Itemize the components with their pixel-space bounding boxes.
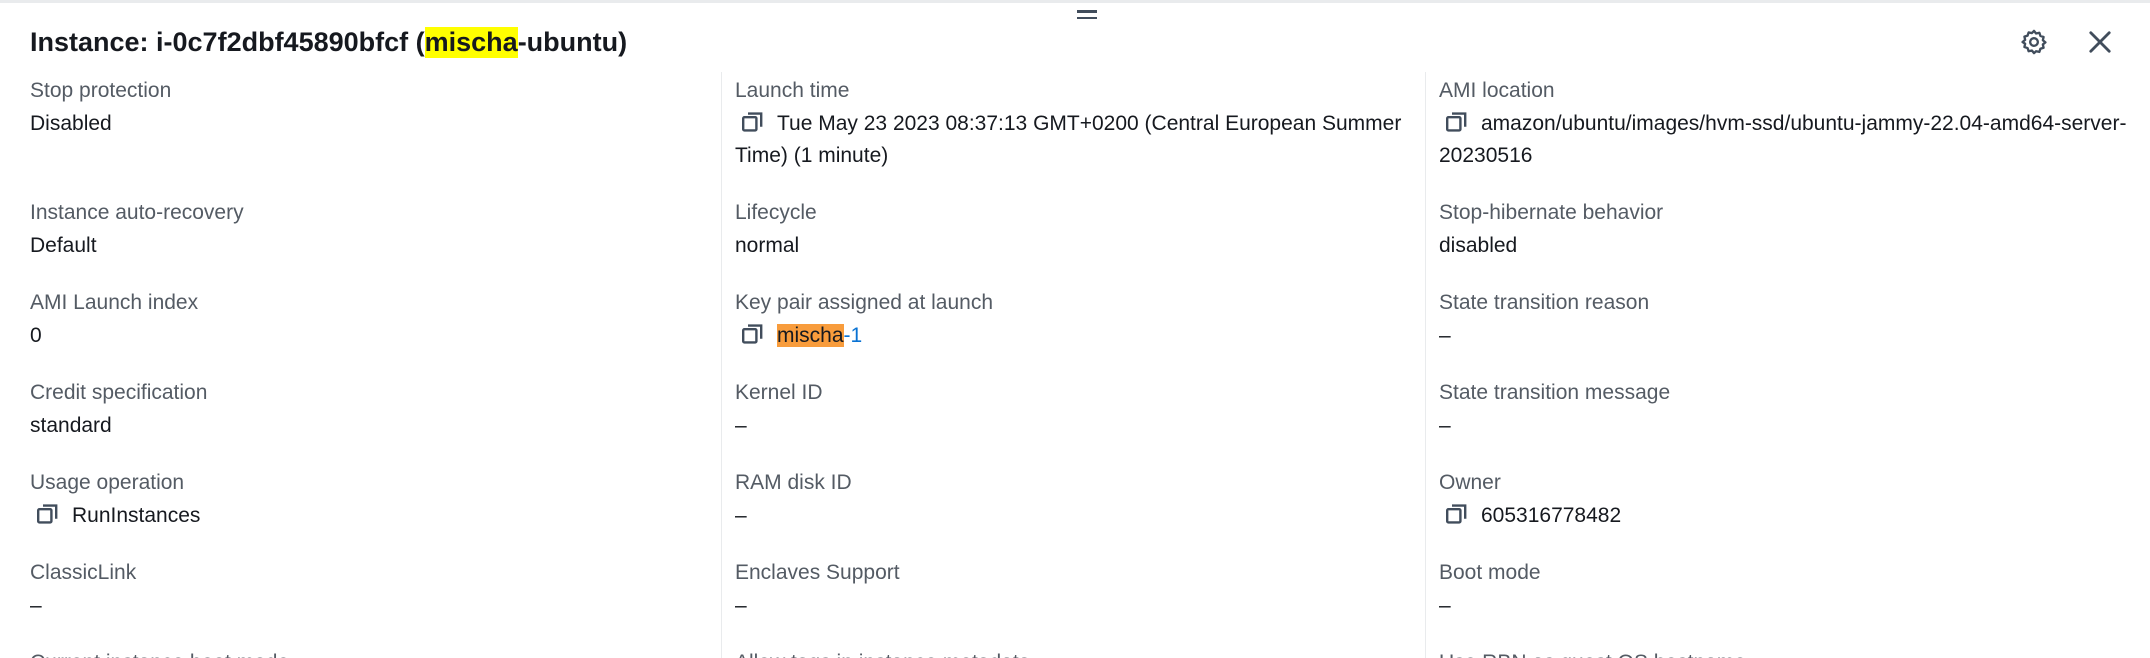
field-value: –	[1439, 324, 1451, 347]
field-value: –	[1439, 594, 1451, 617]
copy-icon[interactable]	[1443, 502, 1473, 526]
title-prefix: Instance: i-0c7f2dbf45890bfcf (	[30, 26, 425, 57]
field-value: mischa-1	[735, 320, 1415, 352]
field-label: State transition reason	[1439, 291, 1650, 314]
field-label: Owner	[1439, 471, 1501, 494]
field-ami-location: AMI location amazon/ubuntu/images/hvm-ss…	[1439, 76, 2129, 172]
field-label: Usage operation	[30, 471, 185, 494]
copy-icon[interactable]	[1443, 110, 1473, 134]
field-value: –	[735, 504, 747, 527]
copy-icon[interactable]	[739, 110, 769, 134]
field-auto-recovery: Instance auto-recovery Default	[30, 198, 700, 262]
instance-details-grid: Stop protection Disabled Instance auto-r…	[0, 72, 2150, 658]
field-value: disabled	[1439, 234, 1518, 257]
field-key-pair: Key pair assigned at launch mischa-1	[735, 288, 1415, 352]
field-state-transition-message: State transition message –	[1439, 378, 2129, 442]
field-label: Enclaves Support	[735, 561, 900, 584]
field-value: RunInstances	[30, 500, 700, 532]
title-search-highlight: mischa	[424, 26, 518, 58]
field-value: Disabled	[30, 112, 112, 135]
field-label: Current instance boot mode	[30, 648, 700, 658]
field-label: Lifecycle	[735, 201, 817, 224]
field-state-transition-reason: State transition reason –	[1439, 288, 2129, 352]
key-pair-search-highlight: mischa	[777, 324, 844, 347]
field-label: Stop protection	[30, 79, 172, 102]
details-column-1: Stop protection Disabled Instance auto-r…	[30, 72, 700, 658]
field-rbn-hostname: Use RBN as guest OS hostname	[1439, 648, 2129, 658]
field-label: Credit specification	[30, 381, 208, 404]
field-value: –	[735, 594, 747, 617]
field-value: Tue May 23 2023 08:37:13 GMT+0200 (Centr…	[735, 108, 1415, 172]
field-enclaves-support: Enclaves Support –	[735, 558, 1415, 622]
field-label: Boot mode	[1439, 561, 1541, 584]
field-label: State transition message	[1439, 381, 1671, 404]
field-label: AMI location	[1439, 79, 1555, 102]
field-label: Use RBN as guest OS hostname	[1439, 648, 2129, 658]
drag-handle-icon[interactable]	[1077, 10, 1097, 22]
gear-icon[interactable]	[2014, 22, 2054, 62]
field-label: Kernel ID	[735, 381, 823, 404]
field-credit-specification: Credit specification standard	[30, 378, 700, 442]
field-label: Key pair assigned at launch	[735, 291, 993, 314]
field-stop-protection: Stop protection Disabled	[30, 76, 700, 140]
field-allow-tags: Allow tags in instance metadata	[735, 648, 1415, 658]
field-label: Allow tags in instance metadata	[735, 648, 1415, 658]
field-boot-mode-current: Current instance boot mode	[30, 648, 700, 658]
field-label: Launch time	[735, 79, 850, 102]
title-suffix: -ubuntu)	[517, 26, 628, 57]
details-column-3: AMI location amazon/ubuntu/images/hvm-ss…	[1439, 72, 2129, 658]
field-kernel-id: Kernel ID –	[735, 378, 1415, 442]
launch-time-value: Tue May 23 2023 08:37:13 GMT+0200 (Centr…	[735, 112, 1402, 167]
copy-icon[interactable]	[34, 502, 64, 526]
copy-icon[interactable]	[739, 322, 769, 346]
field-value: Default	[30, 234, 97, 257]
field-label: ClassicLink	[30, 561, 137, 584]
field-value: 0	[30, 324, 42, 347]
key-pair-suffix: -1	[843, 324, 863, 347]
field-value: amazon/ubuntu/images/hvm-ssd/ubuntu-jamm…	[1439, 108, 2129, 172]
field-label: RAM disk ID	[735, 471, 852, 494]
page-title: Instance: i-0c7f2dbf45890bfcf (mischa -ub…	[30, 20, 627, 64]
field-ram-disk-id: RAM disk ID –	[735, 468, 1415, 532]
field-value: standard	[30, 414, 112, 437]
panel-top-border	[0, 0, 2150, 3]
field-lifecycle: Lifecycle normal	[735, 198, 1415, 262]
field-value: –	[735, 414, 747, 437]
details-column-2: Launch time Tue May 23 2023 08:37:13 GMT…	[735, 72, 1415, 658]
field-stop-hibernate: Stop-hibernate behavior disabled	[1439, 198, 2129, 262]
field-owner: Owner 605316778482	[1439, 468, 2129, 532]
field-value: –	[1439, 414, 1451, 437]
owner-value: 605316778482	[1481, 504, 1622, 527]
field-launch-time: Launch time Tue May 23 2023 08:37:13 GMT…	[735, 76, 1415, 172]
close-icon[interactable]	[2080, 22, 2120, 62]
header-actions	[2014, 22, 2120, 62]
field-usage-operation: Usage operation RunInstances	[30, 468, 700, 532]
field-classiclink: ClassicLink –	[30, 558, 700, 622]
field-ami-launch-index: AMI Launch index 0	[30, 288, 700, 352]
field-value: 605316778482	[1439, 500, 2129, 532]
field-label: Instance auto-recovery	[30, 201, 244, 224]
field-boot-mode: Boot mode –	[1439, 558, 2129, 622]
key-pair-link[interactable]: mischa-1	[777, 324, 862, 347]
ami-location-value: amazon/ubuntu/images/hvm-ssd/ubuntu-jamm…	[1439, 112, 2127, 167]
field-value: normal	[735, 234, 800, 257]
field-label: Stop-hibernate behavior	[1439, 201, 1664, 224]
field-label: AMI Launch index	[30, 291, 199, 314]
field-value: –	[30, 594, 42, 617]
usage-operation-value: RunInstances	[72, 504, 201, 527]
